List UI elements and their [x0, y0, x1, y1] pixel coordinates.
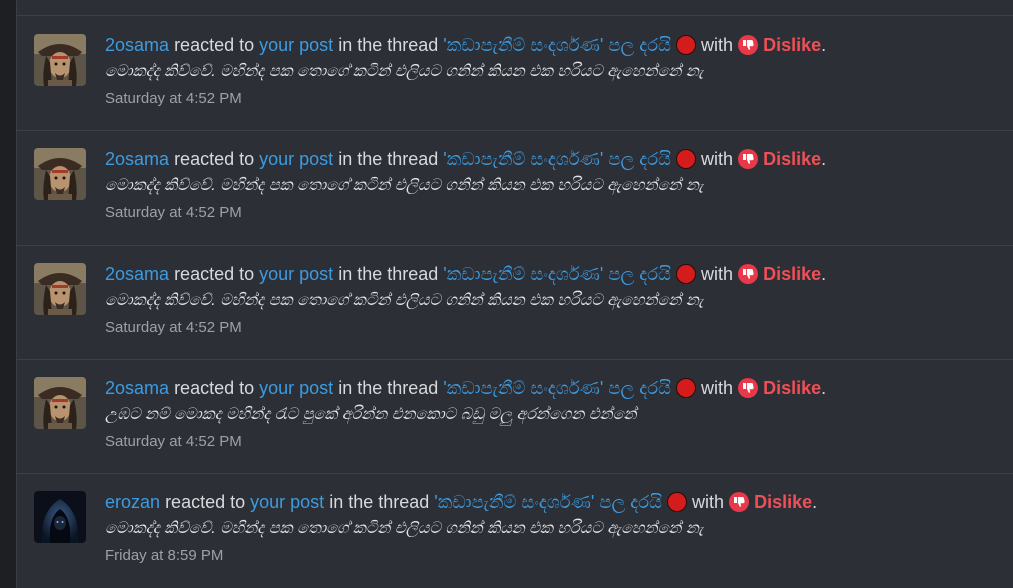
- reaction-label: Dislike: [763, 149, 822, 169]
- with-text: with: [701, 264, 734, 284]
- post-snippet: මොකද්ද කිව්වේ. මහින්ද පක තොගේ කටින් එලිය…: [105, 520, 704, 537]
- red-circle-icon: [676, 149, 697, 169]
- username-link[interactable]: 2osama: [105, 35, 169, 55]
- post-snippet: මොකද්ද කිව්වේ. මහින්ද පක තොගේ කටින් එලිය…: [105, 292, 704, 309]
- alert-timestamp[interactable]: Saturday at 4:52 PM: [105, 86, 1004, 112]
- alert-body: 2osama reacted to your post in the threa…: [105, 146, 1004, 226]
- alert-body: 2osama reacted to your post in the threa…: [105, 375, 1004, 455]
- thumbs-down-icon: [738, 264, 759, 284]
- alert-timestamp[interactable]: Saturday at 4:52 PM: [105, 315, 1004, 341]
- thumbs-down-icon: [738, 378, 759, 398]
- in-thread-text: in the thread: [338, 378, 439, 398]
- thread-title-link[interactable]: 'කඩාපැනීම් සංදර්ශණ' පල දරයි: [443, 378, 671, 398]
- in-thread-text: in the thread: [338, 264, 439, 284]
- period-text: .: [821, 264, 827, 284]
- red-circle-icon: [676, 35, 697, 55]
- avatar[interactable]: [34, 263, 86, 315]
- with-text: with: [701, 149, 734, 169]
- reacted-to-text: reacted to: [174, 35, 255, 55]
- thumbs-down-icon: [738, 149, 759, 169]
- period-text: .: [821, 35, 827, 55]
- post-snippet: මොකද්ද කිව්වේ. මහින්ද පක තොගේ කටින් එලිය…: [105, 177, 704, 194]
- post-snippet: මොකද්ද කිව්වේ. මහින්ද පක තොගේ කටින් එලිය…: [105, 63, 704, 80]
- reaction-label: Dislike: [754, 492, 813, 512]
- username-link[interactable]: erozan: [105, 492, 160, 512]
- with-text: with: [692, 492, 725, 512]
- username-link[interactable]: 2osama: [105, 378, 169, 398]
- your-post-link[interactable]: your post: [259, 264, 333, 284]
- alert-headline: 2osama reacted to your post in the threa…: [105, 32, 1004, 58]
- period-text: .: [812, 492, 818, 512]
- thread-title-link[interactable]: 'කඩාපැනීම් සංදර්ශණ' පල දරයි: [443, 264, 671, 284]
- reaction-label: Dislike: [763, 264, 822, 284]
- post-snippet: උඹට නම් මොකද මහින්ද රැට පුකේ අරින්න එනකො…: [105, 406, 637, 423]
- alert-body: erozan reacted to your post in the threa…: [105, 489, 1004, 569]
- alert-timestamp[interactable]: Saturday at 4:52 PM: [105, 200, 1004, 226]
- avatar[interactable]: [34, 491, 86, 543]
- alert-headline: 2osama reacted to your post in the threa…: [105, 261, 1004, 287]
- reacted-to-text: reacted to: [174, 149, 255, 169]
- red-circle-icon: [676, 264, 697, 284]
- with-text: with: [701, 378, 734, 398]
- thread-title-link[interactable]: 'කඩාපැනීම් සංදර්ශණ' පල දරයි: [434, 492, 662, 512]
- thumbs-down-icon: [738, 35, 759, 55]
- your-post-link[interactable]: your post: [259, 35, 333, 55]
- reaction-label: Dislike: [763, 35, 822, 55]
- alert-item: erozan reacted to your post in the threa…: [17, 473, 1013, 588]
- in-thread-text: in the thread: [329, 492, 430, 512]
- in-thread-text: in the thread: [338, 149, 439, 169]
- thumbs-down-icon: [729, 492, 750, 512]
- alert-body: 2osama reacted to your post in the threa…: [105, 261, 1004, 341]
- period-text: .: [821, 149, 827, 169]
- your-post-link[interactable]: your post: [259, 378, 333, 398]
- username-link[interactable]: 2osama: [105, 149, 169, 169]
- reacted-to-text: reacted to: [165, 492, 246, 512]
- alert-item: 2osama reacted to your post in the threa…: [17, 130, 1013, 246]
- with-text: with: [701, 35, 734, 55]
- alert-timestamp[interactable]: Friday at 8:59 PM: [105, 543, 1004, 569]
- alert-item: 2osama reacted to your post in the threa…: [17, 16, 1013, 131]
- reaction-label: Dislike: [763, 378, 822, 398]
- thread-title-link[interactable]: 'කඩාපැනීම් සංදර්ශණ' පල දරයි: [443, 35, 671, 55]
- alert-timestamp[interactable]: Saturday at 4:52 PM: [105, 429, 1004, 455]
- reacted-to-text: reacted to: [174, 264, 255, 284]
- alert-headline: erozan reacted to your post in the threa…: [105, 489, 1004, 515]
- username-link[interactable]: 2osama: [105, 264, 169, 284]
- in-thread-text: in the thread: [338, 35, 439, 55]
- period-text: .: [821, 378, 827, 398]
- alert-headline: 2osama reacted to your post in the threa…: [105, 146, 1004, 172]
- your-post-link[interactable]: your post: [250, 492, 324, 512]
- avatar[interactable]: [34, 148, 86, 200]
- red-circle-icon: [667, 492, 688, 512]
- red-circle-icon: [676, 378, 697, 398]
- alert-item: 2osama reacted to your post in the threa…: [17, 245, 1013, 360]
- your-post-link[interactable]: your post: [259, 149, 333, 169]
- avatar[interactable]: [34, 377, 86, 429]
- thread-title-link[interactable]: 'කඩාපැනීම් සංදර්ශණ' පල දරයි: [443, 149, 671, 169]
- alerts-panel: 2osama reacted to your post in the threa…: [16, 0, 1013, 588]
- avatar[interactable]: [34, 34, 86, 86]
- alert-headline: 2osama reacted to your post in the threa…: [105, 375, 1004, 401]
- reacted-to-text: reacted to: [174, 378, 255, 398]
- alert-body: 2osama reacted to your post in the threa…: [105, 32, 1004, 112]
- alert-item: 2osama reacted to your post in the threa…: [17, 359, 1013, 474]
